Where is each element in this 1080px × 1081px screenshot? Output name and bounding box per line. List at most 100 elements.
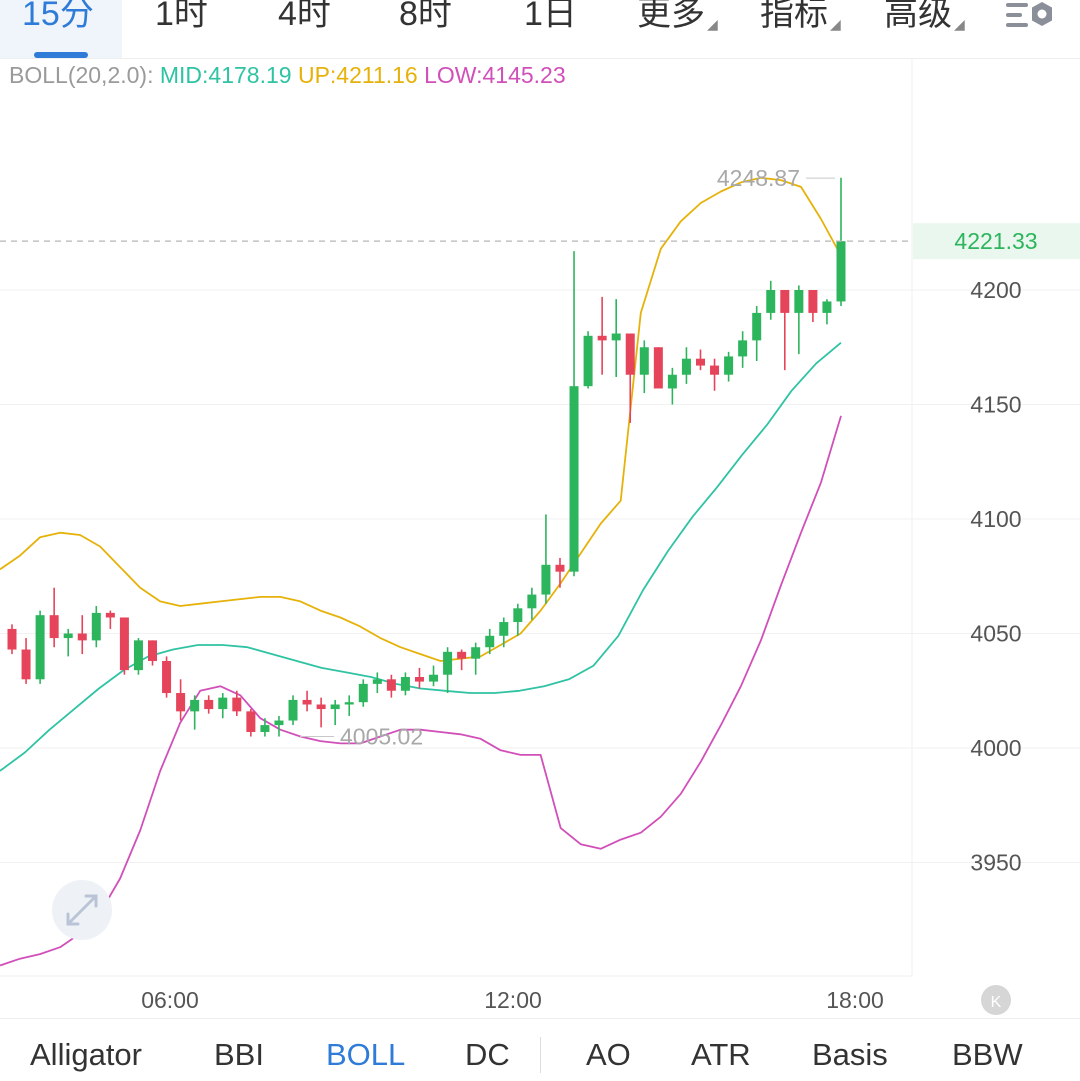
candle-body bbox=[176, 693, 186, 712]
candle-body bbox=[794, 290, 804, 313]
candle-body bbox=[752, 312, 762, 341]
candle-body bbox=[386, 679, 396, 691]
candle-body bbox=[260, 725, 270, 732]
tab-4h[interactable]: 4时 bbox=[278, 0, 331, 35]
indicator-tab-atr[interactable]: ATR bbox=[691, 1037, 751, 1073]
divider bbox=[540, 1037, 541, 1073]
settings-sliders-icon[interactable] bbox=[1004, 0, 1058, 30]
candle-body bbox=[429, 674, 439, 682]
indicator-tab-ao[interactable]: AO bbox=[586, 1037, 631, 1073]
candle-body bbox=[555, 564, 565, 572]
candle-body bbox=[766, 290, 776, 313]
candle-body bbox=[724, 356, 734, 375]
candle-body bbox=[808, 290, 818, 313]
candle-body bbox=[822, 301, 832, 313]
candle-body bbox=[639, 347, 649, 375]
candle-body bbox=[218, 697, 228, 710]
candle-body bbox=[204, 699, 214, 710]
candle-body bbox=[274, 720, 284, 726]
x-tick-label: 06:00 bbox=[141, 987, 199, 1013]
tab-15min[interactable]: 15分 bbox=[22, 0, 94, 35]
tab-1h[interactable]: 1时 bbox=[155, 0, 208, 35]
candle-body bbox=[49, 615, 59, 639]
candle-body bbox=[302, 699, 312, 705]
tab-advanced[interactable]: 高级 ◢ bbox=[884, 0, 965, 35]
indicator-tab-boll[interactable]: BOLL bbox=[326, 1037, 405, 1073]
candle-body bbox=[400, 677, 410, 691]
candle-body bbox=[527, 594, 537, 609]
candle-body bbox=[91, 612, 101, 641]
candlesticks bbox=[7, 177, 846, 737]
candle-body bbox=[133, 640, 143, 671]
candle-body bbox=[443, 651, 453, 675]
candle-body bbox=[499, 622, 509, 636]
indicator-tab-bbi[interactable]: BBI bbox=[214, 1037, 264, 1073]
timeframe-bar: 15分 1时 4时 8时 1日 更多 ◢ 指标 ◢ 高级 ◢ bbox=[0, 0, 1080, 59]
candle-body bbox=[162, 660, 172, 694]
x-tick-label: 18:00 bbox=[826, 987, 884, 1013]
y-tick-label: 3950 bbox=[970, 850, 1021, 876]
candle-body bbox=[358, 683, 368, 703]
candle-body bbox=[457, 651, 467, 659]
candle-body bbox=[625, 333, 635, 375]
indicator-tab-basis[interactable]: Basis bbox=[812, 1037, 888, 1073]
caret-down-icon: ◢ bbox=[830, 16, 841, 32]
candle-body bbox=[667, 374, 677, 389]
candle-body bbox=[681, 358, 691, 375]
low-price-label: 4005.02 bbox=[340, 724, 423, 750]
y-tick-label: 4050 bbox=[970, 621, 1021, 647]
candle-body bbox=[583, 335, 593, 387]
y-tick-label: 4150 bbox=[970, 392, 1021, 418]
candle-body bbox=[316, 704, 326, 710]
candle-body bbox=[21, 649, 31, 680]
high-price-label: 4248.87 bbox=[717, 165, 800, 191]
bollinger-bands bbox=[0, 176, 842, 967]
candle-body bbox=[63, 633, 73, 639]
candle-body bbox=[541, 564, 551, 595]
candle-body bbox=[836, 241, 846, 302]
candle-body bbox=[780, 290, 790, 313]
candle-body bbox=[695, 358, 705, 366]
indicator-tab-bbw[interactable]: BBW bbox=[952, 1037, 1023, 1073]
candle-body bbox=[513, 608, 523, 623]
candle-body bbox=[35, 615, 45, 680]
candle-body bbox=[246, 711, 256, 732]
chart-grid bbox=[0, 58, 1080, 977]
tab-more[interactable]: 更多 ◢ bbox=[637, 0, 718, 35]
price-axis: 4200 4150 4100 4050 4000 3950 06:00 12:00 18:00 bbox=[141, 277, 1021, 1013]
candle-body bbox=[738, 340, 748, 357]
candle-body bbox=[611, 333, 621, 341]
indicator-bar: Alligator BBI BOLL DC AO ATR Basis BBW bbox=[0, 1018, 1080, 1081]
y-tick-label: 4100 bbox=[970, 506, 1021, 532]
chart-overlay: K 4248.87 4005.02 4221.33 bbox=[0, 165, 1080, 1015]
y-tick-label: 4000 bbox=[970, 735, 1021, 761]
candle-body bbox=[148, 640, 158, 661]
candle-body bbox=[105, 612, 115, 618]
tab-indicators[interactable]: 指标 ◢ bbox=[760, 0, 841, 35]
candle-body bbox=[190, 699, 200, 712]
caret-down-icon: ◢ bbox=[954, 16, 965, 32]
tab-8h[interactable]: 8时 bbox=[399, 0, 452, 35]
price-chart[interactable]: 42004150410040504000395006:00 12:00 18:00 … bbox=[0, 58, 1080, 1018]
middle-band-line bbox=[0, 342, 842, 772]
caret-down-icon: ◢ bbox=[707, 16, 718, 32]
tab-more-label: 更多 bbox=[637, 0, 705, 33]
lower-band-line bbox=[0, 415, 842, 967]
candle-body bbox=[414, 677, 424, 682]
indicator-tab-dc[interactable]: DC bbox=[465, 1037, 510, 1073]
candle-body bbox=[569, 386, 579, 572]
current-price-label: 4221.33 bbox=[954, 228, 1037, 254]
candle-body bbox=[372, 679, 382, 684]
candle-body bbox=[597, 335, 607, 341]
candle-body bbox=[344, 702, 354, 705]
scroll-to-latest-icon: K bbox=[991, 994, 1002, 1011]
indicator-tab-alligator[interactable]: Alligator bbox=[30, 1037, 142, 1073]
candle-body bbox=[485, 635, 495, 648]
candle-body bbox=[7, 628, 17, 650]
x-tick-label: 12:00 bbox=[484, 987, 542, 1013]
candle-body bbox=[653, 347, 663, 389]
candle-body bbox=[330, 704, 340, 710]
y-tick-label: 4200 bbox=[970, 277, 1021, 303]
tab-1d[interactable]: 1日 bbox=[524, 0, 577, 35]
candle-body bbox=[710, 365, 720, 375]
